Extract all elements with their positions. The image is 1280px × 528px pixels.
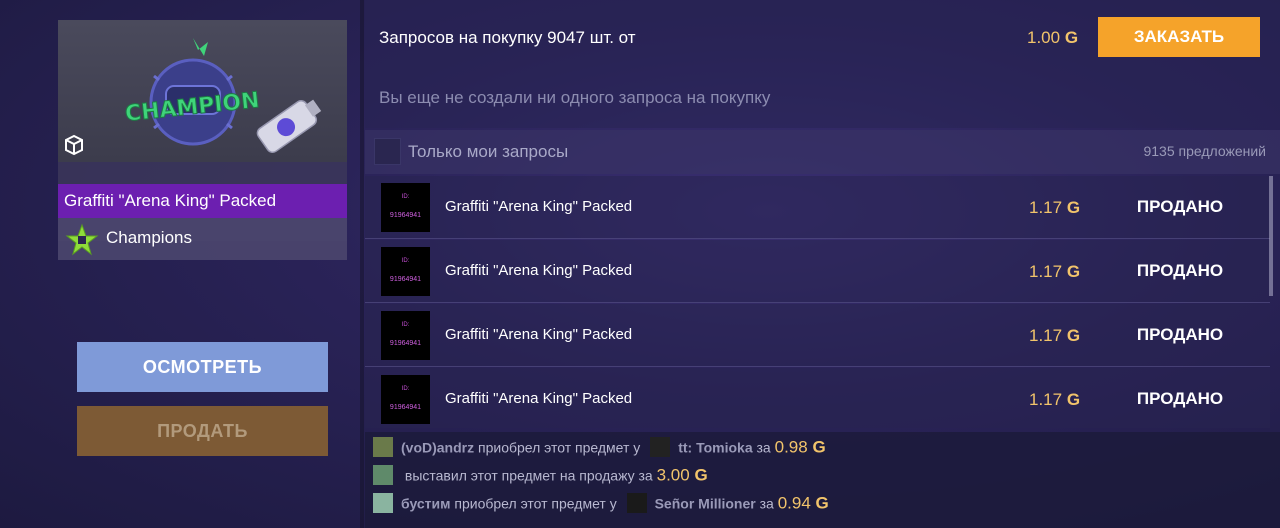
buy-request-price: 1.00 G	[1027, 28, 1079, 47]
listing-status: ПРОДАНО	[1136, 197, 1224, 216]
history-seller[interactable]: tt: Tomioka	[678, 439, 752, 455]
avatar[interactable]	[650, 437, 671, 458]
listing-row[interactable]: ID: 91964941 Graffiti "Arena King" Packe…	[365, 304, 1270, 367]
currency-icon: G	[694, 465, 708, 485]
history-price: 0.94 G	[777, 493, 829, 513]
listing-name: Graffiti "Arena King" Packed	[445, 198, 633, 215]
avatar[interactable]	[626, 493, 647, 514]
no-requests-text: Вы еще не создали ни одного запроса на п…	[379, 88, 771, 107]
history-action: приобрел этот предмет у	[454, 495, 617, 512]
currency-icon: G	[812, 437, 826, 457]
currency-icon: G	[1066, 198, 1081, 217]
listing-name: Graffiti "Arena King" Packed	[445, 390, 633, 407]
my-requests-checkbox[interactable]	[374, 138, 401, 165]
buy-request-section: Запросов на покупку 9047 шт. от 1.00 G З…	[365, 0, 1280, 128]
history-for-word: за	[759, 495, 774, 512]
order-button[interactable]: ЗАКАЗАТЬ	[1098, 17, 1260, 57]
panel-divider	[360, 0, 364, 528]
history-seller[interactable]: Señor Millioner	[655, 495, 756, 511]
market-panel: Запросов на покупку 9047 шт. от 1.00 G З…	[365, 0, 1280, 528]
history-action: приобрел этот предмет у	[478, 439, 641, 456]
listing-price: 1.17 G	[1029, 390, 1081, 409]
listing-row[interactable]: ID: 91964941 Graffiti "Arena King" Packe…	[365, 368, 1270, 428]
currency-icon: G	[1066, 326, 1081, 345]
listing-status: ПРОДАНО	[1136, 261, 1224, 280]
listing-status: ПРОДАНО	[1136, 325, 1224, 344]
item-card: CHAMPION Graffiti "Arena King" Packed Ch…	[58, 20, 347, 260]
history-for-word: за	[756, 439, 771, 456]
currency-icon: G	[815, 493, 829, 513]
history-action: выставил этот предмет на продажу за	[404, 467, 653, 484]
listing-name: Graffiti "Arena King" Packed	[445, 326, 633, 343]
history-price: 3.00 G	[656, 465, 708, 485]
history-row: бустим приобрел этот предмет у Señor Mil…	[373, 493, 829, 517]
graffiti-image: CHAMPION	[123, 38, 322, 154]
listing-price: 1.17 G	[1029, 262, 1081, 281]
offers-count: 9135 предложений	[1143, 143, 1266, 159]
sell-button[interactable]: ПРОДАТЬ	[77, 406, 328, 456]
item-name: Graffiti "Arena King" Packed	[58, 184, 347, 218]
package-icon	[65, 134, 83, 156]
listing-row[interactable]: ID: 91964941 Graffiti "Arena King" Packe…	[365, 176, 1270, 239]
item-panel: CHAMPION Graffiti "Arena King" Packed Ch…	[0, 0, 362, 528]
avatar[interactable]	[373, 493, 393, 514]
listing-thumbnail: ID: 91964941	[381, 311, 430, 360]
buy-request-label: Запросов на покупку 9047 шт. от	[379, 28, 636, 47]
collection-name: Champions	[106, 228, 192, 247]
avatar[interactable]	[373, 465, 393, 486]
listings-scrollbar[interactable]	[1269, 176, 1273, 296]
listing-status: ПРОДАНО	[1136, 389, 1224, 408]
listing-thumbnail: ID: 91964941	[381, 375, 430, 424]
listing-thumbnail: ID: 91964941	[381, 183, 430, 232]
currency-icon: G	[1066, 262, 1081, 281]
collection-star-icon	[65, 223, 99, 256]
listing-price: 1.17 G	[1029, 198, 1081, 217]
item-image: CHAMPION	[58, 20, 347, 162]
history-user[interactable]: бустим	[401, 495, 451, 511]
filter-bar: Только мои запросы 9135 предложений	[365, 130, 1280, 174]
currency-icon: G	[1064, 28, 1079, 47]
history-price: 0.98 G	[774, 437, 826, 457]
history-row: выставил этот предмет на продажу за 3.00…	[373, 465, 708, 489]
avatar[interactable]	[373, 437, 393, 458]
history-row: (voD)andrz приобрел этот предмет у tt: T…	[373, 437, 826, 461]
collection-row: Champions	[58, 218, 347, 260]
my-requests-label[interactable]: Только мои запросы	[408, 142, 568, 162]
listing-thumbnail: ID: 91964941	[381, 247, 430, 296]
currency-icon: G	[1066, 390, 1081, 409]
history-user[interactable]: (voD)andrz	[401, 439, 474, 455]
inspect-button[interactable]: ОСМОТРЕТЬ	[77, 342, 328, 392]
trade-history: (voD)andrz приобрел этот предмет у tt: T…	[365, 432, 1280, 528]
listing-price: 1.17 G	[1029, 326, 1081, 345]
listing-row[interactable]: ID: 91964941 Graffiti "Arena King" Packe…	[365, 240, 1270, 303]
listings-list[interactable]: ID: 91964941 Graffiti "Arena King" Packe…	[365, 176, 1270, 428]
listing-name: Graffiti "Arena King" Packed	[445, 262, 633, 279]
